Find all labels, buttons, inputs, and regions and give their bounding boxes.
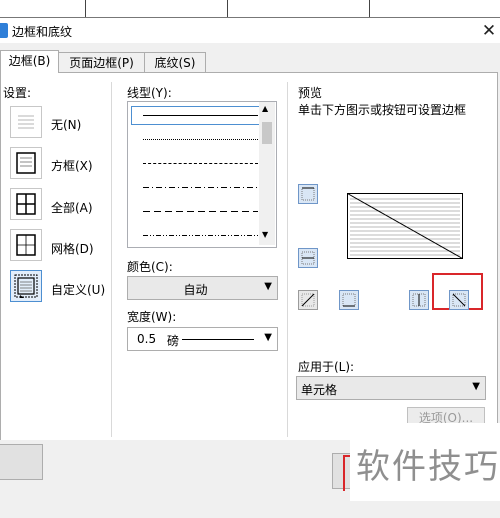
grid-cell-divider [227, 0, 228, 17]
border-inside-vertical-icon [412, 293, 426, 307]
dialog-title: 边框和底纹 [12, 25, 73, 39]
setting-box-button[interactable] [10, 147, 42, 179]
column-divider [287, 82, 288, 437]
tab-page-borders[interactable]: 页面边框(P) [57, 52, 146, 73]
chevron-down-icon: ▼ [264, 332, 272, 343]
setting-custom-icon [14, 274, 38, 298]
tab-borders[interactable]: 边框(B) [0, 50, 59, 73]
watermark-background: 软件技巧 [350, 423, 500, 501]
setting-custom-label: 自定义(U) [51, 283, 106, 297]
line-option-dash-dot-dot[interactable] [143, 234, 258, 237]
setting-all-button[interactable] [10, 188, 42, 220]
color-header: 颜色(C): [127, 260, 173, 274]
apply-to-header: 应用于(L): [298, 360, 355, 374]
setting-grid-icon [16, 234, 36, 256]
dialog-titlebar: 边框和底纹 ✕ [0, 18, 500, 43]
line-option-dash-dot[interactable] [143, 186, 258, 189]
preview-diagram[interactable] [347, 193, 463, 259]
scroll-up-arrow-icon[interactable]: ▲ [262, 104, 268, 113]
diagonal-up-button[interactable] [298, 290, 318, 310]
setting-grid-label: 网格(D) [51, 242, 94, 256]
chevron-down-icon: ▼ [472, 381, 480, 392]
width-line-sample [182, 339, 254, 340]
line-option-dotted[interactable] [143, 139, 258, 140]
apply-to-dropdown[interactable]: 单元格 ▼ [296, 376, 486, 400]
close-icon[interactable]: ✕ [478, 20, 500, 42]
borders-and-shading-dialog: 边框和底纹 ✕ 边框(B) 页面边框(P) 底纹(S) 设置: 无(N) 方框(… [0, 17, 500, 518]
scroll-down-arrow-icon[interactable]: ▼ [262, 230, 268, 239]
app-logo-icon [0, 23, 8, 38]
diagonal-down-button[interactable] [449, 290, 469, 310]
apply-to-value: 单元格 [301, 383, 338, 397]
inside-vertical-button[interactable] [409, 290, 429, 310]
setting-custom-button[interactable] [10, 270, 42, 302]
column-divider [111, 82, 112, 437]
tab-shading[interactable]: 底纹(S) [144, 52, 206, 73]
line-option-solid[interactable] [143, 115, 258, 116]
line-style-header: 线型(Y): [127, 86, 172, 100]
setting-none-icon [18, 115, 34, 129]
width-dropdown[interactable]: 0.5 磅 ▼ [127, 327, 278, 351]
chevron-down-icon: ▼ [264, 281, 272, 292]
grid-cell-divider [85, 0, 86, 17]
line-option-dashed-small[interactable] [143, 163, 258, 164]
top-border-button[interactable] [298, 184, 318, 204]
preview-hint: 单击下方图示或按钮可设置边框 [298, 103, 467, 117]
inside-horizontal-button[interactable] [298, 248, 318, 268]
line-option-dashed-long[interactable] [143, 210, 258, 213]
border-top-icon [301, 187, 315, 201]
footer-button-left[interactable] [0, 444, 43, 480]
border-diagonal-down-icon [452, 293, 466, 307]
width-unit: 磅 [167, 334, 180, 348]
setting-box-icon [16, 152, 36, 174]
grid-cell-divider [369, 0, 370, 17]
border-bottom-icon [342, 293, 356, 307]
setting-grid-button[interactable] [10, 229, 42, 261]
color-dropdown[interactable]: 自动 ▼ [127, 276, 278, 300]
line-style-scrollbar[interactable]: ▲ ▼ [259, 102, 275, 245]
setting-all-label: 全部(A) [51, 201, 93, 215]
bottom-border-button[interactable] [339, 290, 359, 310]
line-style-list[interactable] [127, 101, 277, 248]
setting-all-icon [16, 193, 36, 215]
scrollbar-thumb[interactable] [262, 122, 272, 144]
color-value: 自动 [183, 283, 208, 297]
width-header: 宽度(W): [127, 310, 177, 324]
preview-header: 预览 [298, 86, 323, 100]
border-diagonal-up-icon [301, 293, 315, 307]
watermark-text: 软件技巧 [356, 447, 500, 487]
setting-none-label: 无(N) [51, 118, 82, 132]
border-inside-horizontal-icon [301, 251, 315, 265]
spreadsheet-grid-strip [0, 0, 500, 18]
setting-box-label: 方框(X) [51, 159, 93, 173]
setting-none-button[interactable] [10, 106, 42, 138]
width-value: 0.5 [137, 332, 157, 346]
settings-header: 设置: [3, 86, 32, 100]
